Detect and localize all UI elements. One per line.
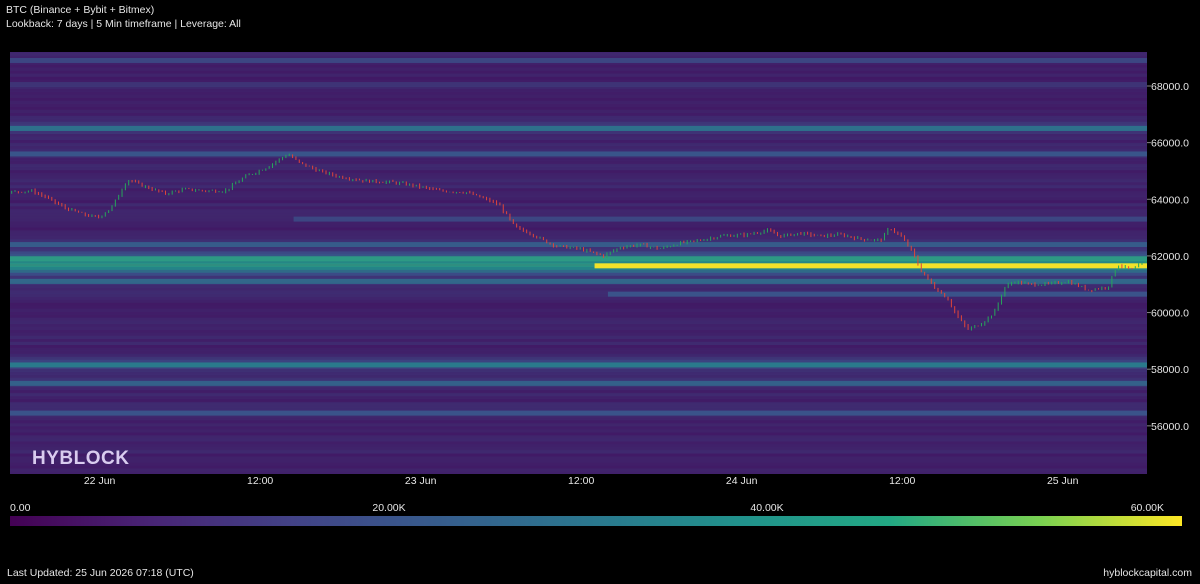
colorbar-tick-label: 20.00K [372, 502, 405, 514]
y-tick-label: 64000.0 [1151, 194, 1189, 206]
liquidation-band [10, 57, 1147, 63]
site-link[interactable]: hyblockcapital.com [1103, 567, 1192, 579]
y-tick-label: 56000.0 [1151, 421, 1189, 433]
liquidation-band [607, 291, 1147, 297]
x-tick-label: 24 Jun [726, 475, 758, 487]
y-tick-label: 66000.0 [1151, 138, 1189, 150]
x-tick-label: 22 Jun [84, 475, 116, 487]
colorbar-ticks: 0.00 20.00K 40.00K 60.00K [10, 502, 1164, 514]
colorbar-tick-label: 0.00 [10, 502, 31, 514]
x-tick-label: 12:00 [889, 475, 915, 487]
liquidation-band [10, 125, 1147, 131]
colorbar [10, 516, 1182, 526]
liquidation-bands [10, 52, 1147, 474]
x-axis: 22 Jun 12:00 23 Jun 12:00 24 Jun 12:00 25 Jun [84, 475, 1079, 487]
hyblock-watermark: HYBLOCK [32, 448, 129, 469]
y-tick-label: 60000.0 [1151, 308, 1189, 320]
y-axis: 56000.0 58000.0 60000.0 62000.0 64000.0 66000… [1147, 81, 1189, 433]
colorbar-tick-label: 40.00K [750, 502, 783, 514]
x-tick-label: 12:00 [247, 475, 273, 487]
colorbar-tick-label: 60.00K [1131, 502, 1164, 514]
liquidation-band [10, 256, 1147, 262]
y-tick-label: 68000.0 [1151, 81, 1189, 93]
liquidation-band [594, 263, 1147, 269]
liquidation-band [10, 278, 1147, 284]
liquidation-band [10, 362, 1147, 368]
x-tick-label: 25 Jun [1047, 475, 1079, 487]
last-updated: Last Updated: 25 Jun 2026 07:18 (UTC) [7, 567, 194, 579]
liquidation-band [10, 242, 1147, 248]
x-tick-label: 12:00 [568, 475, 594, 487]
liquidation-heatmap-chart: 56000.0 58000.0 60000.0 62000.0 64000.0 66000… [10, 52, 1189, 526]
liquidation-band [293, 216, 1147, 222]
liquidation-band [10, 410, 1147, 416]
y-tick-label: 58000.0 [1151, 364, 1189, 376]
y-tick-label: 62000.0 [1151, 251, 1189, 263]
liquidation-band [10, 380, 1147, 386]
liquidation-band [10, 82, 1147, 88]
heatmap-cell [10, 52, 1147, 53]
x-tick-label: 23 Jun [405, 475, 437, 487]
liquidation-band [10, 151, 1147, 157]
